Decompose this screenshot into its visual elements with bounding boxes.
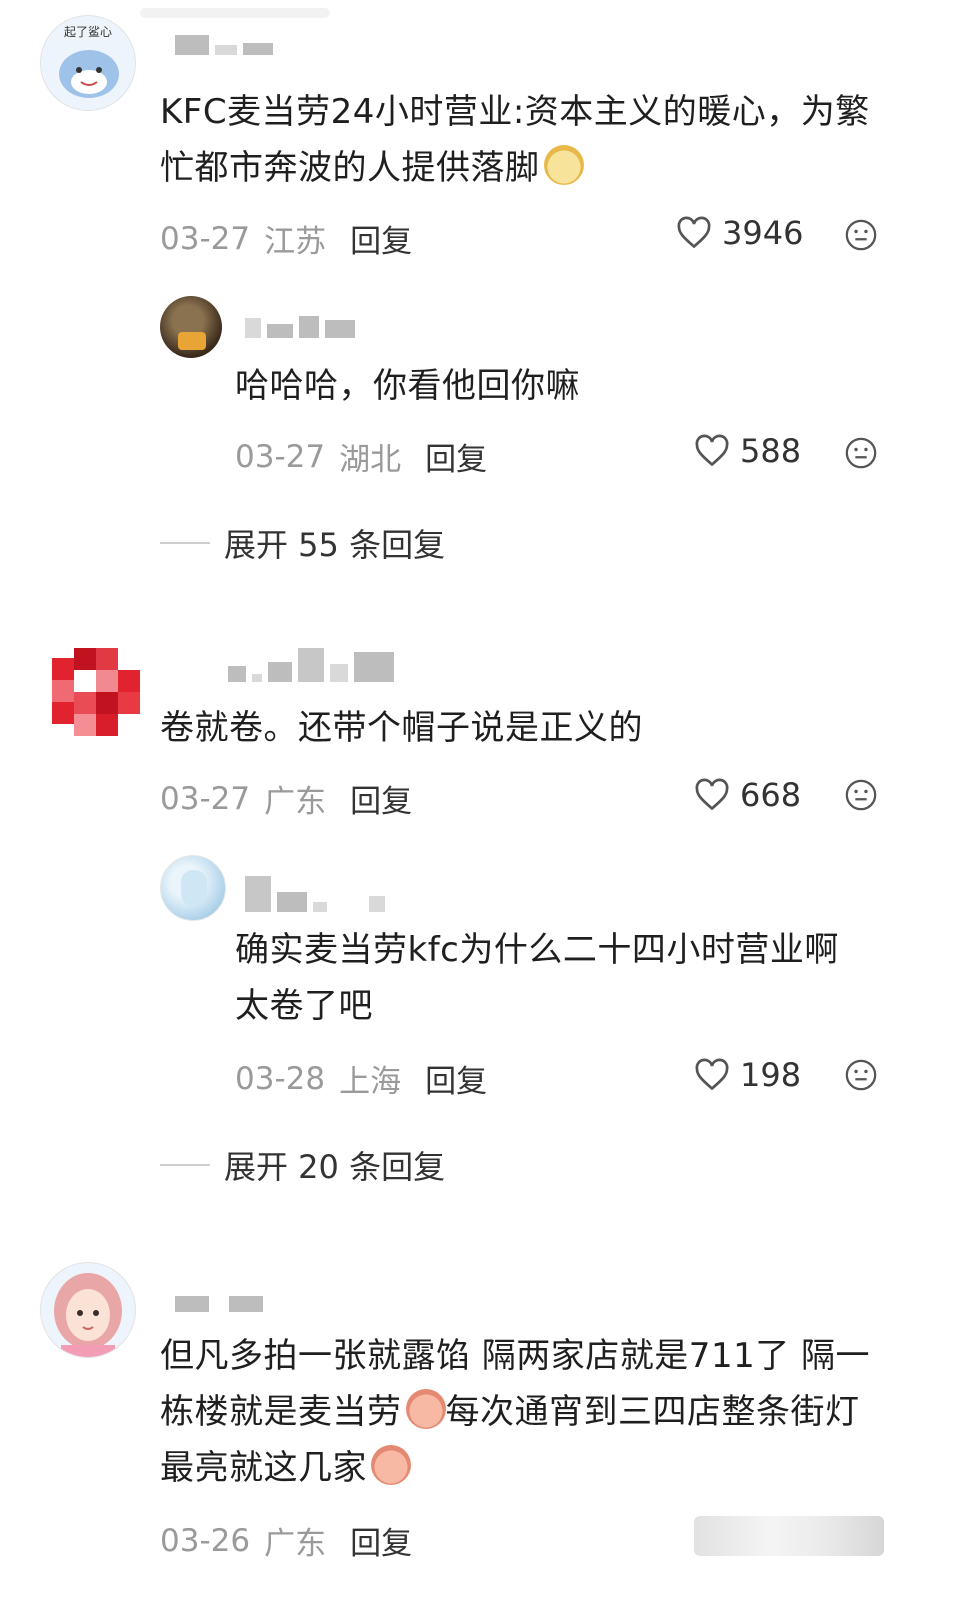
reply-button[interactable]: 回复 <box>350 776 412 821</box>
comment-meta: 03-26 广东 回复 <box>160 1518 412 1563</box>
comment-text: 卷就卷。还带个帽子说是正义的 <box>160 708 643 748</box>
avatar[interactable] <box>52 648 140 738</box>
expand-replies-label: 展开 55 条回复 <box>224 526 446 564</box>
reply-button[interactable]: 回复 <box>350 1518 412 1563</box>
reply-username-blurred[interactable] <box>245 876 385 912</box>
expand-replies-button[interactable]: 展开 20 条回复 <box>160 1142 445 1188</box>
username-blurred[interactable] <box>228 648 394 682</box>
heart-outline-icon <box>695 778 729 811</box>
heart-outline-icon <box>677 216 711 249</box>
reply-date: 03-27 <box>235 438 326 475</box>
reply-location: 湖北 <box>339 442 402 478</box>
expand-replies-label: 展开 20 条回复 <box>224 1148 446 1186</box>
neutral-face-icon <box>845 437 877 469</box>
reply-date: 03-28 <box>235 1060 326 1097</box>
dislike-button[interactable] <box>844 1058 878 1096</box>
like-count: 668 <box>740 776 802 814</box>
comment-meta: 03-27 广东 回复 <box>160 776 412 821</box>
reply-location: 上海 <box>339 1064 402 1100</box>
comment-meta: 03-27 江苏 回复 <box>160 216 412 261</box>
divider-line <box>160 1164 210 1166</box>
avatar-badge-text: 起了鲨心 <box>64 25 112 39</box>
reply-text: 确实麦当劳kfc为什么二十四小时营业啊 太卷了吧 <box>235 930 839 1026</box>
reply-avatar[interactable] <box>160 855 226 921</box>
comment-text: 但凡多拍一张就露馅 隔两家店就是711了 隔一 栋楼就是麦当劳 每次通宵到三四店整… <box>160 1336 871 1488</box>
neutral-face-icon <box>845 779 877 811</box>
like-count: 588 <box>740 432 802 470</box>
username-blurred[interactable] <box>175 35 273 55</box>
neutral-face-icon <box>845 1059 877 1091</box>
smiling-fruit-emoji-icon <box>543 145 584 185</box>
comment-date: 03-27 <box>160 780 251 817</box>
username-blurred[interactable] <box>175 1296 263 1312</box>
dislike-button[interactable] <box>844 436 878 474</box>
avatar[interactable]: 起了鲨心 <box>40 15 136 111</box>
top-edge <box>140 8 330 18</box>
reply-text: 哈哈哈，你看他回你嘛 <box>235 366 580 406</box>
like-button[interactable]: 3946 <box>676 214 803 252</box>
reply-button[interactable]: 回复 <box>425 1056 487 1101</box>
reply-meta: 03-27 湖北 回复 <box>235 434 487 479</box>
comment-location: 广东 <box>264 784 327 820</box>
reply-username-blurred[interactable] <box>245 316 355 338</box>
divider-line <box>160 542 210 544</box>
like-button[interactable]: 198 <box>694 1056 801 1094</box>
heart-outline-icon <box>695 434 729 467</box>
comment-location: 广东 <box>264 1526 327 1562</box>
reply-meta: 03-28 上海 回复 <box>235 1056 487 1101</box>
watermark-overlay <box>694 1516 884 1556</box>
like-button[interactable]: 588 <box>694 432 801 470</box>
peach-emoji-icon <box>405 1389 446 1429</box>
reply-button[interactable]: 回复 <box>425 434 487 479</box>
expand-replies-button[interactable]: 展开 55 条回复 <box>160 520 445 566</box>
like-count: 198 <box>740 1056 802 1094</box>
neutral-face-icon <box>845 219 877 251</box>
heart-outline-icon <box>695 1058 729 1091</box>
comment-location: 江苏 <box>264 224 327 260</box>
avatar[interactable] <box>40 1262 136 1358</box>
like-button[interactable]: 668 <box>694 776 801 814</box>
dislike-button[interactable] <box>844 218 878 256</box>
peach-emoji-icon <box>371 1445 411 1485</box>
comment-date: 03-27 <box>160 220 251 257</box>
dislike-button[interactable] <box>844 778 878 816</box>
comment-text: KFC麦当劳24小时营业:资本主义的暖心，为繁 忙都市奔波的人提供落脚 <box>160 92 870 188</box>
comment-date: 03-26 <box>160 1522 251 1559</box>
reply-avatar[interactable] <box>160 296 222 358</box>
reply-button[interactable]: 回复 <box>350 216 412 261</box>
like-count: 3946 <box>722 214 804 252</box>
